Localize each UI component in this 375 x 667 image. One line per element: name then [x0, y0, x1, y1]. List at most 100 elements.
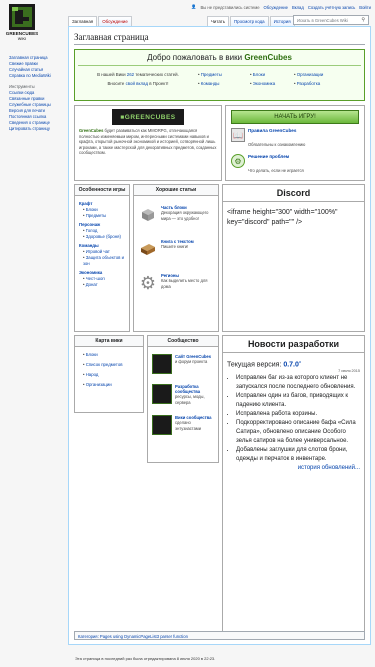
community-header: Сообщество	[148, 336, 218, 347]
wiki-map-link-blocks[interactable]: Блоки	[86, 352, 98, 357]
changelog-item: Добавлены заглушки для слотов брони, оде…	[236, 446, 360, 464]
cube-icon	[152, 415, 172, 435]
welcome-intro: В нашей Вики 262 тематических статей. Вн…	[97, 72, 179, 86]
logo-text: GREENCUBES	[5, 31, 39, 36]
rules-link[interactable]: Правила GreenCubes	[248, 128, 305, 133]
page-title: Заглавная страница	[74, 32, 365, 45]
wiki-map-header: Карта вики	[75, 336, 143, 347]
sidebar: Заглавная страница Свежие правки Случайн…	[9, 55, 67, 132]
welcome-link-items[interactable]: Предметы	[201, 72, 222, 77]
feature-link-chat[interactable]: Игровой чат	[86, 249, 110, 254]
welcome-col-2: Блоки Экономика	[250, 70, 294, 88]
welcome-col-1: Предметы Команды	[198, 70, 250, 88]
current-version: Текущая версия: 0.7.0o	[227, 359, 302, 369]
welcome-brand: GreenCubes	[244, 53, 292, 62]
about-panel: ■GREENCUBES GreenCubes будет развиваться…	[74, 105, 222, 181]
play-panel: НАЧАТЬ ИГРУ! 📖 Правила GreenCubes Обязате…	[225, 105, 365, 181]
categories-label[interactable]: Категория:	[78, 634, 100, 639]
search-icon[interactable]: ⚲	[361, 17, 365, 23]
cube-icon	[152, 384, 172, 404]
content-area: Заглавная страница Добро пожаловать в ви…	[68, 26, 371, 645]
personal-tools: 👤 Вы не представились системе Обсуждение…	[191, 4, 371, 10]
community-item: Разработка сообщества ресурсы, моды, серв…	[148, 381, 218, 408]
sidebar-item-cite[interactable]: Цитировать страницу	[9, 126, 67, 132]
wiki-map-panel: Карта вики Блоки Список предметов Народ …	[74, 335, 144, 413]
feature-link-health[interactable]: Здоровье (броня)	[86, 234, 121, 239]
book-icon	[138, 239, 158, 259]
site-logo[interactable]: GREENCUBES WIKI	[3, 4, 41, 50]
contribute-link[interactable]: свой вклад	[126, 81, 148, 86]
feature-link-hunger[interactable]: Голод	[86, 228, 98, 233]
update-history-link[interactable]: история обновлений...	[298, 465, 360, 471]
welcome-link-commands[interactable]: Команды	[201, 81, 220, 86]
welcome-title: Добро пожаловать в вики GreenCubes	[78, 53, 361, 66]
good-article-item: Часть блоки Декорация окружающего мира — …	[134, 202, 218, 228]
play-button[interactable]: НАЧАТЬ ИГРУ!	[231, 110, 359, 124]
welcome-col-3: Организации Разработка	[294, 70, 324, 88]
changelog-item: Подкорректировано описание бафа «Сила Са…	[236, 419, 360, 446]
login-link[interactable]: Войти	[359, 5, 371, 10]
view-tabs: Читать Просмотр кода История	[207, 16, 295, 26]
category-link[interactable]: Pages using DynamicPageList3 parser func…	[100, 634, 188, 639]
welcome-link-economy[interactable]: Экономика	[253, 81, 275, 86]
tab-view-source[interactable]: Просмотр кода	[229, 16, 269, 26]
tab-read[interactable]: Читать	[207, 16, 229, 26]
feature-link-blocks[interactable]: Блоки	[86, 207, 98, 212]
greencubes-logo: ■GREENCUBES	[112, 109, 184, 125]
cube-icon	[152, 354, 172, 374]
good-articles-panel: Хорошие статьи Часть блоки Декорация окру…	[133, 184, 219, 332]
dev-news-header: Новости разработки	[223, 336, 364, 353]
feature-link-donate[interactable]: Донат	[86, 282, 98, 287]
gear-icon: ⚙	[139, 273, 157, 293]
solutions-desc: Что делать, если не играется	[248, 168, 304, 173]
welcome-link-organizations[interactable]: Организации	[297, 72, 324, 77]
welcome-link-blocks[interactable]: Блоки	[253, 72, 265, 77]
search-input[interactable]: Искать в GreenCubes Wiki ⚲	[293, 15, 369, 25]
logo-subtext: WIKI	[17, 37, 27, 41]
not-logged-in-text: Вы не представились системе	[200, 4, 260, 10]
feature-link-protection[interactable]: Защита объектов и зон	[83, 255, 124, 266]
version-link[interactable]: 0.7.0	[283, 361, 299, 368]
article-count-link[interactable]: 262	[127, 72, 134, 77]
rules-desc: Обязательны к ознакомлению	[248, 142, 306, 147]
category-bar: Категория: Pages using DynamicPageList3 …	[74, 631, 365, 640]
discord-panel: Discord <iframe height="300" width="100%…	[222, 184, 365, 332]
changelog-list: Исправлен баг из-за которого клиент не з…	[227, 374, 360, 464]
good-article-item: Книга с текстом Пишите книги!	[134, 236, 218, 262]
footer-last-modified: Эта страница в последний раз была отреда…	[75, 656, 216, 661]
community-item: Сайт GreenCubes и форум проекта	[148, 351, 218, 377]
wiki-map-link-items[interactable]: Список предметов	[86, 362, 123, 367]
tab-main-page[interactable]: Заглавная	[68, 16, 98, 26]
changelog-item: Исправлена работа корзины.	[236, 410, 360, 419]
discord-header: Discord	[223, 185, 364, 202]
tab-discussion[interactable]: Обсуждение	[98, 16, 132, 26]
talk-link[interactable]: Обсуждение	[264, 5, 288, 10]
solutions-icon: ⚙	[231, 154, 245, 168]
welcome-link-development[interactable]: Разработка	[297, 81, 320, 86]
about-text: GreenCubes будет развиваться как MMORPG,…	[79, 128, 217, 155]
create-account-link[interactable]: Создать учётную запись	[308, 5, 355, 10]
tab-history[interactable]: История	[269, 16, 295, 26]
wiki-map-link-organizations[interactable]: Организации	[86, 382, 112, 387]
good-article-item: ⚙ Регионы Как выделить место для дома	[134, 270, 218, 296]
features-panel: Особенности игры Крафт Блоки Предметы Пе…	[74, 184, 130, 332]
solutions-link[interactable]: Решение проблем	[248, 154, 304, 159]
community-link-dev[interactable]: Разработка сообщества	[175, 384, 214, 394]
sidebar-item-help[interactable]: Справка по MediaWiki	[9, 73, 67, 79]
rules-icon: 📖	[231, 128, 245, 142]
feature-link-items[interactable]: Предметы	[86, 213, 107, 218]
feature-link-chestshop[interactable]: Чест-шоп	[86, 276, 105, 281]
good-articles-header: Хорошие статьи	[134, 185, 218, 196]
user-icon: 👤	[191, 4, 197, 9]
dev-news-panel: Новости разработки Текущая версия: 0.7.0…	[222, 335, 365, 638]
namespace-tabs: Заглавная Обсуждение	[68, 16, 132, 26]
community-panel: Сообщество Сайт GreenCubes и форум проект…	[147, 335, 219, 463]
discord-embed-code: <iframe height="300" width="100%" key="d…	[227, 209, 338, 226]
features-header: Особенности игры	[75, 185, 129, 196]
block-icon	[138, 205, 158, 225]
contributions-link[interactable]: Вклад	[292, 5, 304, 10]
wiki-map-link-people[interactable]: Народ	[86, 372, 99, 377]
community-item: Вики сообщества сделано энтузиастами	[148, 412, 218, 438]
changelog-item: Исправлен один из багов, приводящих к па…	[236, 392, 360, 410]
search-placeholder: Искать в GreenCubes Wiki	[297, 17, 348, 23]
